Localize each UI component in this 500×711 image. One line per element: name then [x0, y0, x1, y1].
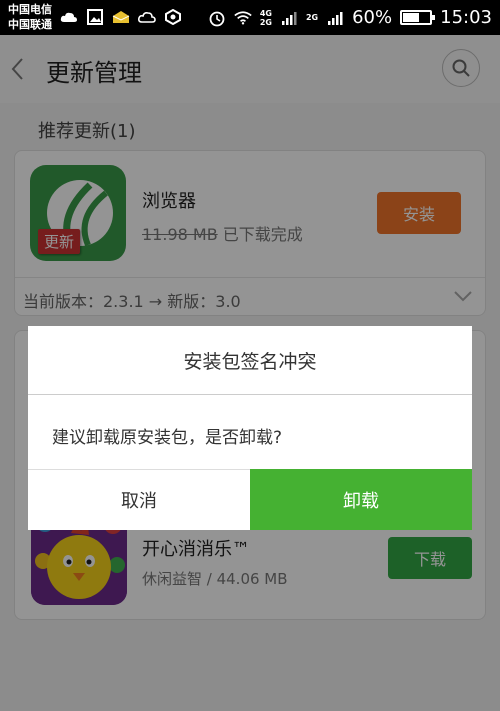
network-type-2: 2G — [305, 13, 319, 22]
image-icon — [86, 8, 104, 26]
carrier-1: 中国电信 — [8, 3, 52, 16]
uninstall-button[interactable]: 卸载 — [250, 469, 472, 530]
notification-icons — [60, 8, 182, 26]
system-status: 4G 2G 2G 60% 15:03 — [208, 0, 492, 35]
cancel-button[interactable]: 取消 — [28, 470, 250, 530]
wifi-icon — [234, 9, 252, 27]
mail-icon — [112, 8, 130, 26]
carrier-2: 中国联通 — [8, 18, 52, 31]
battery-percent: 60% — [352, 7, 393, 28]
cloud-icon — [138, 8, 156, 26]
dialog-divider — [28, 394, 472, 395]
dialog-title: 安装包签名冲突 — [183, 350, 317, 373]
weather-icon — [60, 8, 78, 26]
signal-icon-2 — [326, 9, 344, 27]
status-bar: 中国电信 中国联通 4G 2G 2G 60% 15:03 — [0, 0, 500, 35]
shield-icon — [164, 8, 182, 26]
alarm-icon — [208, 9, 226, 27]
dialog-message: 建议卸载原安装包，是否卸载? — [52, 428, 283, 448]
signal-icon — [280, 9, 298, 27]
carrier-labels: 中国电信 中国联通 — [8, 2, 52, 32]
battery-icon — [400, 10, 436, 25]
clock: 15:03 — [440, 7, 492, 28]
conflict-dialog: 安装包签名冲突 建议卸载原安装包，是否卸载? 取消 卸载 — [28, 326, 472, 530]
network-type-1: 4G 2G — [259, 8, 272, 27]
